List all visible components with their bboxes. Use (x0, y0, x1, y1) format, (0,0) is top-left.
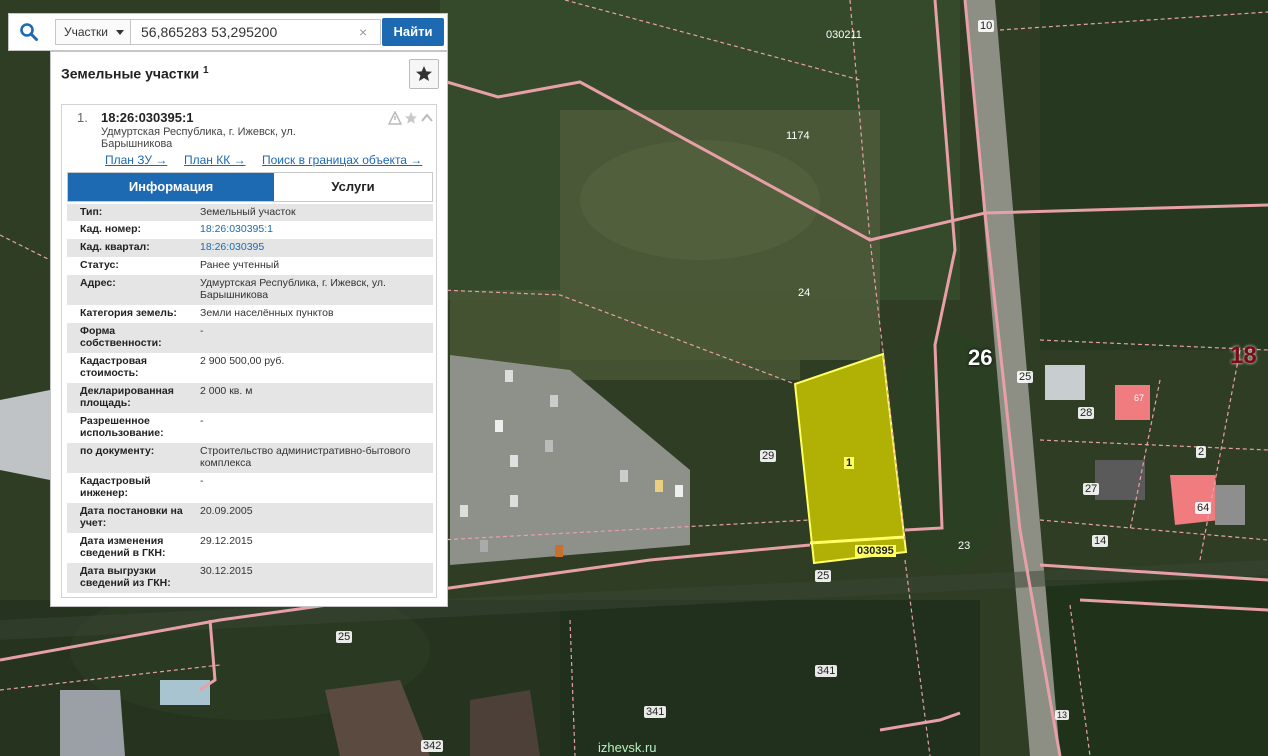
property-value: - (200, 325, 204, 337)
selected-parcel-label: 1 (844, 457, 855, 469)
map-label-parcel: 2 (1196, 446, 1207, 458)
property-key: Кадастровая стоимость: (80, 355, 147, 379)
property-key: Разрешенное использование: (80, 415, 164, 439)
tab-info[interactable]: Информация (68, 173, 274, 201)
find-button[interactable]: Найти (382, 18, 444, 46)
item-actions (387, 110, 434, 125)
property-row: Дата изменения сведений в ГКН: 29.12.201… (67, 533, 433, 563)
map-label-parcel: 341 (644, 706, 667, 718)
search-icon[interactable] (19, 22, 39, 42)
property-value: 2 000 кв. м (200, 385, 253, 397)
map-label-parcel: 342 (421, 740, 444, 752)
property-value: Ранее учтенный (200, 259, 280, 271)
property-value: - (200, 415, 204, 427)
panel-title-text: Земельные участки (61, 65, 200, 82)
property-row: Адрес: Удмуртская Республика, г. Ижевск,… (67, 275, 433, 305)
property-row: Категория земель: Земли населённых пункт… (67, 305, 433, 323)
selected-quarter-label: 030395 (855, 545, 896, 557)
property-row: Тип: Земельный участок (67, 204, 433, 221)
property-key: Форма собственности: (80, 325, 162, 349)
clear-icon[interactable]: × (359, 24, 367, 40)
property-value: 2 900 500,00 руб. (200, 355, 285, 367)
map-label-block: 26 (968, 345, 993, 370)
chevron-up-icon[interactable] (421, 113, 433, 122)
map-label-block: 18 (1230, 342, 1257, 369)
properties-table: Тип: Земельный участок Кад. номер: 18:26… (67, 204, 433, 593)
panel-title: Земельные участки 1 (61, 65, 209, 82)
map-label-house: 67 (1134, 393, 1145, 403)
property-row: Кад. квартал: 18:26:030395 (67, 239, 433, 257)
property-row: Разрешенное использование: - (67, 413, 433, 443)
search-type-label: Участки (64, 25, 108, 39)
property-value: - (200, 475, 204, 487)
warning-icon[interactable] (387, 110, 403, 125)
property-key: Кад. номер: (80, 223, 142, 235)
map-label-parcel: 25 (815, 570, 832, 582)
search-bar: Участки 56,865283 53,295200 × Найти (8, 13, 448, 51)
property-row: Форма собственности: - (67, 323, 433, 353)
map-label-parcel: 64 (1195, 502, 1212, 514)
property-value: Строительство административно-бытового к… (200, 445, 411, 469)
property-row: Кадастровая стоимость: 2 900 500,00 руб. (67, 353, 433, 383)
item-address: Удмуртская Республика, г. Ижевск, ул. Ба… (101, 126, 296, 150)
favorite-button[interactable] (409, 59, 439, 89)
tab-bar: Информация Услуги (67, 172, 433, 202)
cad-quarter-link[interactable]: 18:26:030395 (200, 241, 428, 253)
map-label-parcel: 27 (1083, 483, 1100, 495)
property-value: 20.09.2005 (200, 505, 253, 517)
map-label-parcel: 14 (1092, 535, 1109, 547)
map-label-parcel: 24 (798, 287, 811, 299)
results-panel: Земельные участки 1 1. 18:26:030395:1 Уд… (50, 51, 448, 607)
property-key: Адрес: (80, 277, 116, 289)
property-key: Категория земель: (80, 307, 177, 319)
property-key: Дата выгрузки сведений из ГКН: (80, 565, 171, 589)
property-key: Статус: (80, 259, 119, 271)
property-row: Декларированная площадь: 2 000 кв. м (67, 383, 433, 413)
property-key: Дата постановки на учет: (80, 505, 183, 529)
map-label-parcel: 28 (1078, 407, 1095, 419)
map-label-parcel: 10 (978, 20, 995, 32)
property-key: Декларированная площадь: (80, 385, 174, 409)
item-cad-number[interactable]: 18:26:030395:1 (101, 110, 194, 125)
caret-down-icon (116, 30, 124, 35)
property-value: Земельный участок (200, 206, 296, 218)
plan-zu-link[interactable]: План ЗУ → (105, 153, 167, 167)
property-row: Дата постановки на учет: 20.09.2005 (67, 503, 433, 533)
property-value: Земли населённых пунктов (200, 307, 334, 319)
tab-services[interactable]: Услуги (274, 173, 432, 201)
map-label-parcel: 25 (336, 631, 353, 643)
search-type-select[interactable]: Участки (55, 19, 131, 45)
property-row: Кад. номер: 18:26:030395:1 (67, 221, 433, 239)
property-row: Кадастровый инженер: - (67, 473, 433, 503)
parcel-card: 1. 18:26:030395:1 Удмуртская Республика,… (61, 104, 437, 598)
site-watermark: izhevsk.ru (598, 740, 657, 755)
search-in-bounds-link[interactable]: Поиск в границах объекта → (262, 153, 422, 167)
search-input[interactable]: 56,865283 53,295200 (131, 19, 381, 45)
item-number: 1. (77, 110, 88, 125)
property-key: по документу: (80, 445, 155, 457)
property-value: 29.12.2015 (200, 535, 253, 547)
property-value: 30.12.2015 (200, 565, 253, 577)
property-key: Кад. квартал: (80, 241, 150, 253)
map-label-parcel: 29 (760, 450, 777, 462)
plan-kk-link[interactable]: План КК → (184, 153, 246, 167)
map-label-parcel: 1174 (786, 130, 810, 142)
panel-title-count: 1 (202, 65, 209, 76)
map-label-quarter: 030211 (826, 29, 862, 41)
map-label-parcel: 341 (815, 665, 838, 677)
property-key: Дата изменения сведений в ГКН: (80, 535, 166, 559)
property-value: Удмуртская Республика, г. Ижевск, ул. Ба… (200, 277, 386, 301)
property-row: Статус: Ранее учтенный (67, 257, 433, 275)
map-label-parcel: 25 (1017, 371, 1034, 383)
property-key: Кадастровый инженер: (80, 475, 151, 499)
star-icon (416, 66, 432, 81)
map-label-house: 13 (1055, 710, 1070, 720)
property-key: Тип: (80, 206, 103, 218)
property-row: по документу: Строительство администрати… (67, 443, 433, 473)
map-label-parcel: 23 (958, 540, 971, 552)
cad-number-link[interactable]: 18:26:030395:1 (200, 223, 428, 235)
star-icon[interactable] (405, 112, 417, 124)
property-row: Дата выгрузки сведений из ГКН: 30.12.201… (67, 563, 433, 593)
